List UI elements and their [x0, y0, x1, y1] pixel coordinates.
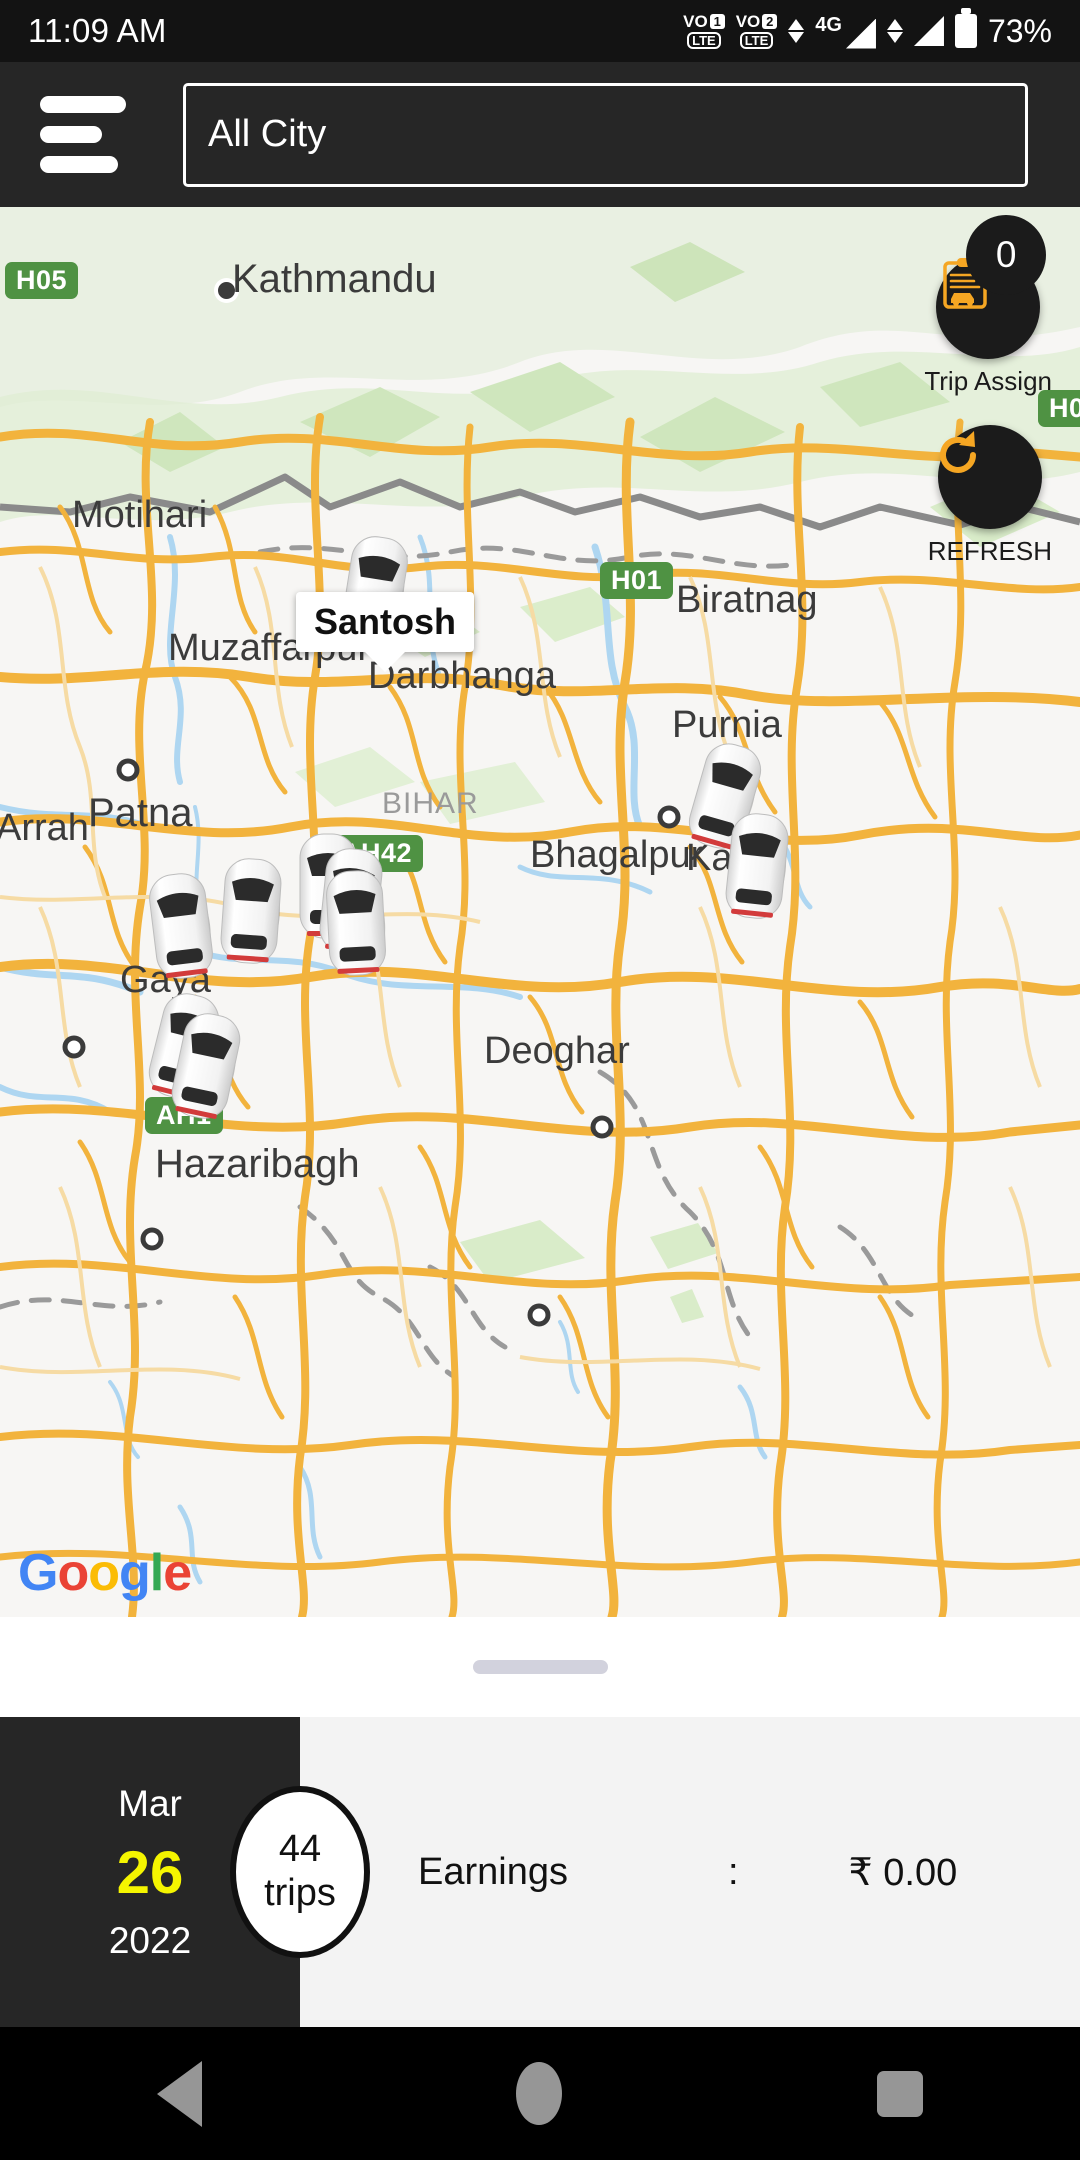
earnings-value: ₹ 0.00: [848, 1851, 958, 1894]
network-type-label: 4G: [815, 13, 842, 36]
refresh-icon: [939, 431, 976, 473]
volte-sim2-number: 2: [762, 14, 778, 29]
map-place-label: Motihari: [72, 494, 208, 536]
trip-assign-fab-group: 0 Trip Assign: [924, 215, 1052, 397]
google-logo-letter: l: [149, 1544, 164, 1602]
recents-button-icon[interactable]: [876, 2070, 923, 2117]
map-place-label: Biratnag: [676, 579, 818, 621]
volte-sim1-number: 1: [709, 14, 725, 29]
map-place-label: Arrah: [0, 807, 89, 849]
volte-sim1-icon: VO 1 LTE: [683, 13, 725, 49]
google-logo-letter: G: [18, 1544, 58, 1602]
map-place-label: Patna: [88, 791, 193, 835]
signal-bars-sim1-icon: [845, 18, 876, 49]
signal-bars-sim2-icon: [913, 16, 944, 46]
google-logo-letter: e: [163, 1544, 192, 1602]
city-filter-value: All City: [208, 113, 327, 155]
date-day: 26: [116, 1838, 184, 1906]
lte-sim2-text: LTE: [739, 32, 774, 49]
volte-sim1-text: VO: [683, 12, 708, 31]
drag-handle[interactable]: [472, 1660, 608, 1674]
home-button-icon[interactable]: [516, 2062, 563, 2125]
vehicle-marker[interactable]: [144, 869, 219, 984]
volte-sim2-icon: VO 2 LTE: [736, 13, 778, 49]
earnings-panel: 44 trips Earnings : ₹ 0.00: [230, 1717, 1080, 2027]
status-bar: 11:09 AM VO 1 LTE VO 2 LTE 4G 73%: [0, 0, 1080, 62]
vehicle-marker[interactable]: [322, 867, 390, 978]
earnings-separator: :: [727, 1850, 739, 1893]
bottom-sheet-area[interactable]: [0, 1617, 1080, 1717]
earnings-label: Earnings: [418, 1850, 568, 1893]
refresh-label: REFRESH: [927, 536, 1052, 566]
map-highway-shield: H01: [600, 562, 674, 599]
map-place-label: Hazaribagh: [155, 1142, 360, 1186]
trips-count-badge[interactable]: 44 trips: [230, 1786, 370, 1958]
city-filter-input[interactable]: All City: [183, 82, 1028, 187]
map-place-label: Deoghar: [484, 1030, 630, 1072]
map-highway-shield: H05: [5, 262, 79, 299]
map-place-label: Bhagalpur: [530, 834, 704, 876]
map-region-label: BIHAR: [382, 787, 479, 820]
vehicle-marker[interactable]: [216, 855, 285, 967]
battery-percent: 73%: [987, 12, 1052, 49]
google-logo-letter: o: [88, 1544, 120, 1602]
volte-sim2-text: VO: [735, 12, 761, 31]
trip-assign-label: Trip Assign: [924, 366, 1052, 396]
summary-bar: Mar 26 2022 44 trips Earnings : ₹ 0.00: [0, 1717, 1080, 2027]
google-logo: Google: [18, 1543, 192, 1603]
lte-sim1-text: LTE: [687, 32, 721, 49]
android-nav-bar: [0, 2027, 1080, 2160]
data-transfer-icon: [788, 19, 805, 43]
data-transfer-icon-2: [886, 19, 903, 43]
back-button-icon[interactable]: [157, 2060, 203, 2127]
status-icons: VO 1 LTE VO 2 LTE 4G 73%: [683, 8, 1052, 50]
battery-icon: [954, 8, 977, 48]
trip-assign-count-badge: 0: [966, 215, 1047, 295]
trips-count-unit: trips: [264, 1872, 336, 1914]
refresh-button[interactable]: [937, 425, 1042, 529]
google-logo-letter: g: [118, 1544, 151, 1602]
date-year: 2022: [108, 1919, 192, 1961]
google-logo-letter: o: [57, 1544, 89, 1602]
date-month: Mar: [118, 1782, 182, 1824]
app-screen: 11:09 AM VO 1 LTE VO 2 LTE 4G 73% All Ci…: [0, 0, 1080, 2160]
vehicle-marker[interactable]: [721, 809, 794, 923]
trips-count-value: 44: [278, 1828, 322, 1871]
hamburger-menu-icon[interactable]: [40, 96, 136, 173]
map-place-label: Kathmandu: [232, 257, 437, 301]
status-time: 11:09 AM: [28, 12, 167, 49]
refresh-fab-group: REFRESH: [928, 425, 1052, 567]
app-toolbar: All City: [0, 62, 1080, 207]
map-view[interactable]: Kathmandu Motihari Muzaffarpur Darbhanga…: [0, 207, 1080, 1617]
vehicle-info-window[interactable]: Santosh: [296, 592, 475, 652]
